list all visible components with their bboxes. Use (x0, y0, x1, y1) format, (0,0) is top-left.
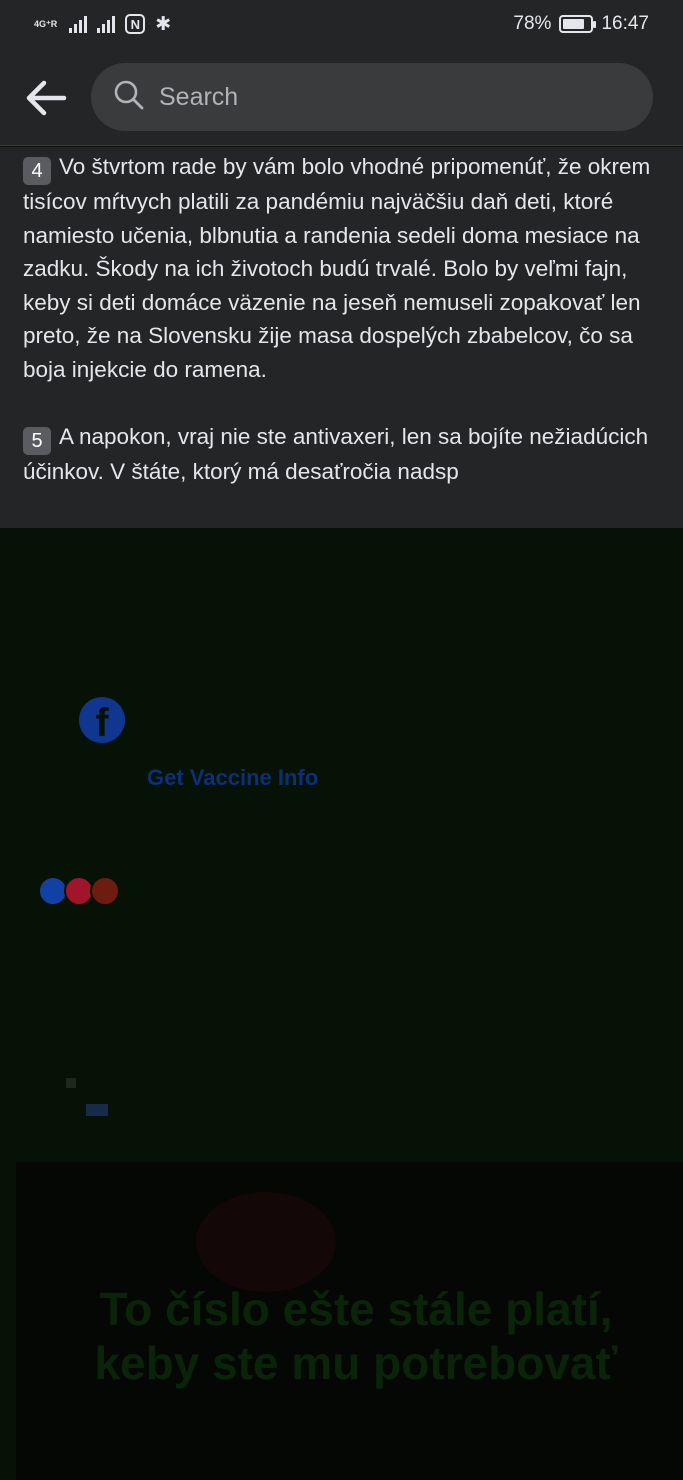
haha-icon (90, 876, 120, 906)
status-bar: 4G⁺R N ✱ 78% 16:47 (0, 0, 683, 48)
paragraph-text: A napokon, vraj nie ste antivaxeri, len … (23, 423, 649, 484)
keycap-number: 5 (23, 426, 51, 455)
banner-text: To číslo ešte stále platí, keby ste mu p… (94, 1283, 618, 1389)
keycap-number: 4 (23, 157, 51, 185)
battery-icon (559, 15, 597, 33)
app-header: 4G⁺R N ✱ 78% 16:47 (0, 0, 683, 146)
search-input[interactable] (159, 82, 579, 112)
battery-percent: 78% (513, 13, 552, 34)
clock: 16:47 (601, 13, 649, 34)
nfc-icon: N (125, 14, 146, 34)
search-icon (113, 79, 145, 116)
signal-icon (69, 15, 88, 33)
paragraph-text: Vo štvrtom rade by vám bolo vhodné pripo… (23, 154, 651, 382)
reaction-icons[interactable] (38, 876, 120, 906)
flag-icon (64, 1076, 116, 1122)
post-paragraph-5: 5A napokon, vraj nie ste antivaxeri, len… (23, 420, 660, 489)
post-paragraph-4: 4 Vo štvrtom rade by vám bolo vhodné prip… (23, 150, 660, 387)
vaccine-info-link[interactable]: Get Vaccine Info (147, 765, 318, 791)
bluetooth-icon: ✱ (155, 13, 172, 35)
signal-icon-2 (97, 15, 116, 33)
banner-decoration (196, 1192, 336, 1292)
network-type: 4G⁺R (34, 18, 58, 29)
back-arrow-icon[interactable] (22, 74, 70, 122)
post-body: 4 Vo štvrtom rade by vám bolo vhodné prip… (0, 147, 683, 528)
search-bar[interactable] (91, 63, 653, 131)
image-banner: To číslo ešte stále platí, keby ste mu p… (16, 1162, 683, 1480)
facebook-icon: f (79, 697, 125, 743)
